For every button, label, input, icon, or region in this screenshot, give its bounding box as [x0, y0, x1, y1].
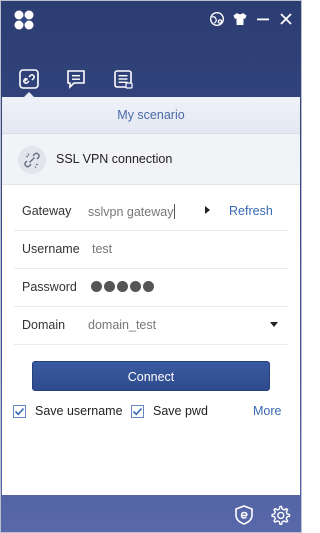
- message-icon[interactable]: [63, 66, 89, 92]
- shirt-icon[interactable]: [231, 10, 249, 28]
- e-shield-icon[interactable]: [233, 504, 255, 526]
- gateway-expand-arrow-icon[interactable]: [205, 206, 210, 214]
- password-dot: [130, 281, 141, 292]
- connect-button[interactable]: Connect: [32, 361, 270, 391]
- checkmark-icon: [132, 407, 143, 415]
- window-controls: [208, 10, 295, 28]
- password-label: Password: [22, 280, 77, 294]
- text-caret: [174, 204, 176, 219]
- gateway-field[interactable]: sslvpn gateway: [88, 204, 176, 219]
- scenario-header[interactable]: SSL VPN connection: [2, 134, 300, 185]
- gateway-value: sslvpn gateway: [88, 205, 174, 219]
- app-logo-icon: [13, 9, 35, 31]
- scenario-panel: My scenario SSL VPN connection Gateway s…: [2, 97, 300, 495]
- globe-settings-icon[interactable]: [208, 10, 226, 28]
- refresh-link[interactable]: Refresh: [229, 204, 273, 218]
- scenario-tabbar: My scenario: [2, 97, 300, 134]
- password-dot: [117, 281, 128, 292]
- save-pwd-label: Save pwd: [153, 404, 208, 418]
- minimize-icon[interactable]: [254, 10, 272, 28]
- domain-select[interactable]: domain_test: [88, 318, 156, 332]
- save-username-label: Save username: [35, 404, 123, 418]
- broken-link-icon: [18, 146, 46, 174]
- scenario-title: SSL VPN connection: [56, 152, 173, 166]
- close-icon[interactable]: [277, 10, 295, 28]
- gateway-label: Gateway: [22, 204, 72, 218]
- save-pwd-checkbox[interactable]: [131, 404, 144, 418]
- save-username-option[interactable]: Save username: [13, 403, 123, 419]
- link-icon[interactable]: [16, 66, 42, 98]
- domain-row: Domain domain_test: [14, 306, 288, 345]
- title-bar[interactable]: [1, 1, 301, 37]
- password-field[interactable]: [91, 281, 154, 292]
- save-username-checkbox[interactable]: [13, 404, 26, 418]
- save-pwd-option[interactable]: Save pwd: [131, 403, 208, 419]
- chevron-down-icon[interactable]: [270, 322, 278, 327]
- tab-my-scenario[interactable]: My scenario: [2, 108, 300, 122]
- password-dot: [91, 281, 102, 292]
- checkmark-icon: [14, 407, 25, 415]
- password-row: Password: [14, 268, 288, 307]
- list-icon[interactable]: [110, 66, 136, 92]
- username-row: Username test: [14, 230, 288, 269]
- settings-gear-icon[interactable]: [269, 504, 291, 526]
- vpn-client-window: My scenario SSL VPN connection Gateway s…: [0, 0, 302, 533]
- domain-label: Domain: [22, 318, 66, 332]
- scenario-nav: [1, 61, 301, 98]
- footer-toolbar: [233, 504, 291, 526]
- username-label: Username: [22, 242, 80, 256]
- gateway-row: Gateway sslvpn gateway Refresh: [14, 192, 288, 231]
- password-dot: [104, 281, 115, 292]
- username-field[interactable]: test: [92, 242, 112, 256]
- password-dot: [143, 281, 154, 292]
- more-link[interactable]: More: [253, 404, 281, 418]
